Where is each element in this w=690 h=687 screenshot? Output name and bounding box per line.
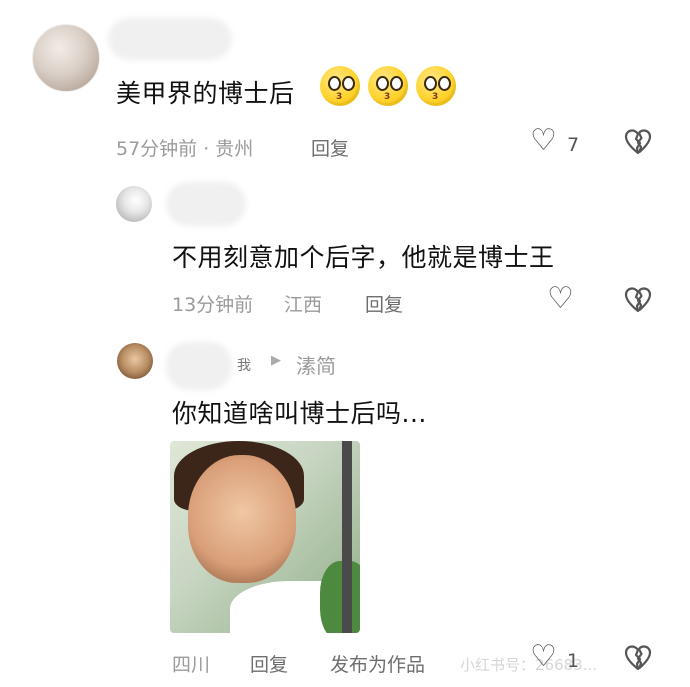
comment-time: 13分钟前: [172, 294, 254, 316]
avatar[interactable]: [117, 343, 153, 379]
username-blurred[interactable]: [166, 182, 246, 226]
comment-location: 四川: [172, 654, 211, 676]
heart-outline-icon[interactable]: ♡: [530, 642, 557, 672]
publish-as-work-button[interactable]: 发布为作品: [330, 650, 425, 677]
kissing-face-emoji-icon: 3: [416, 66, 456, 106]
like-count: 1: [567, 650, 580, 672]
heart-outline-icon[interactable]: ♡: [530, 126, 557, 156]
broken-heart-icon[interactable]: [624, 128, 652, 156]
reply-button[interactable]: 回复: [311, 134, 349, 161]
avatar[interactable]: [32, 24, 100, 92]
broken-heart-icon[interactable]: [624, 644, 652, 672]
comment-location: 江西: [284, 294, 323, 316]
like-count: 7: [567, 134, 580, 156]
reply-button[interactable]: 回复: [365, 290, 403, 317]
comment-text: 美甲界的博士后: [116, 79, 295, 108]
username-blurred[interactable]: [108, 18, 232, 60]
heart-outline-icon[interactable]: ♡: [547, 284, 574, 314]
kissing-face-emoji-icon: 3: [320, 66, 360, 106]
comment-image[interactable]: [170, 441, 360, 633]
username-blurred[interactable]: [166, 342, 232, 390]
author-tag: 我: [237, 358, 251, 374]
emoji-group: 3 3 3: [320, 66, 456, 106]
comment-text: 不用刻意加个后字，他就是博士王: [172, 243, 555, 272]
kissing-face-emoji-icon: 3: [368, 66, 408, 106]
play-arrow-icon: ▶: [271, 353, 281, 368]
broken-heart-icon[interactable]: [624, 286, 652, 314]
reply-to-username[interactable]: 溸简: [296, 350, 336, 379]
avatar[interactable]: [116, 186, 152, 222]
comment-text: 你知道啥叫博士后吗...: [172, 399, 427, 428]
comment-time-location: 57分钟前 · 贵州: [116, 138, 254, 160]
reply-button[interactable]: 回复: [250, 650, 288, 677]
